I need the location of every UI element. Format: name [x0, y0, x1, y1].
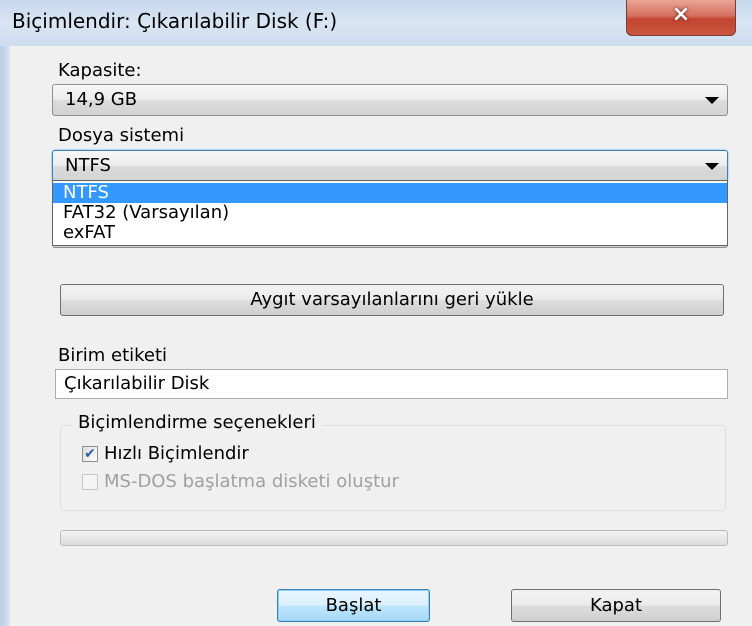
- capacity-select[interactable]: 14,9 GB: [52, 84, 728, 116]
- msdos-startup-label: MS-DOS başlatma disketi oluştur: [104, 471, 399, 492]
- chevron-down-icon: [705, 97, 719, 104]
- capacity-label: Kapasite:: [58, 60, 142, 81]
- filesystem-label: Dosya sistemi: [58, 125, 185, 146]
- dropdown-option[interactable]: FAT32 (Varsayılan): [53, 203, 727, 223]
- filesystem-dropdown-list: NTFS FAT32 (Varsayılan) exFAT: [52, 180, 728, 246]
- msdos-startup-checkbox: [82, 474, 98, 490]
- checkmark-icon: ✔: [84, 446, 96, 462]
- window-title: Biçimlendir: Çıkarılabilir Disk (F:): [12, 9, 338, 33]
- close-window-button[interactable]: ×: [626, 0, 736, 36]
- volume-label-input[interactable]: Çıkarılabilir Disk: [55, 369, 728, 399]
- format-options-group: [60, 425, 726, 511]
- format-options-legend: Biçimlendirme seçenekleri: [72, 412, 322, 433]
- window-frame: [0, 0, 10, 626]
- close-icon: ×: [671, 2, 691, 27]
- restore-defaults-button[interactable]: Aygıt varsayılanlarını geri yükle: [60, 284, 724, 316]
- start-button[interactable]: Başlat: [277, 589, 430, 622]
- chevron-down-icon: [705, 163, 719, 170]
- title-bar[interactable]: Biçimlendir: Çıkarılabilir Disk (F:) ×: [0, 0, 752, 46]
- filesystem-select[interactable]: NTFS: [52, 150, 728, 182]
- dropdown-option[interactable]: NTFS: [53, 183, 727, 203]
- dropdown-option[interactable]: exFAT: [53, 223, 727, 243]
- quick-format-label[interactable]: Hızlı Biçimlendir: [104, 443, 249, 464]
- capacity-value: 14,9 GB: [65, 89, 138, 110]
- format-progress-bar: [60, 530, 728, 546]
- filesystem-value: NTFS: [65, 155, 111, 176]
- volume-label: Birim etiketi: [58, 345, 168, 366]
- quick-format-checkbox[interactable]: ✔: [82, 446, 98, 462]
- close-button[interactable]: Kapat: [511, 589, 721, 622]
